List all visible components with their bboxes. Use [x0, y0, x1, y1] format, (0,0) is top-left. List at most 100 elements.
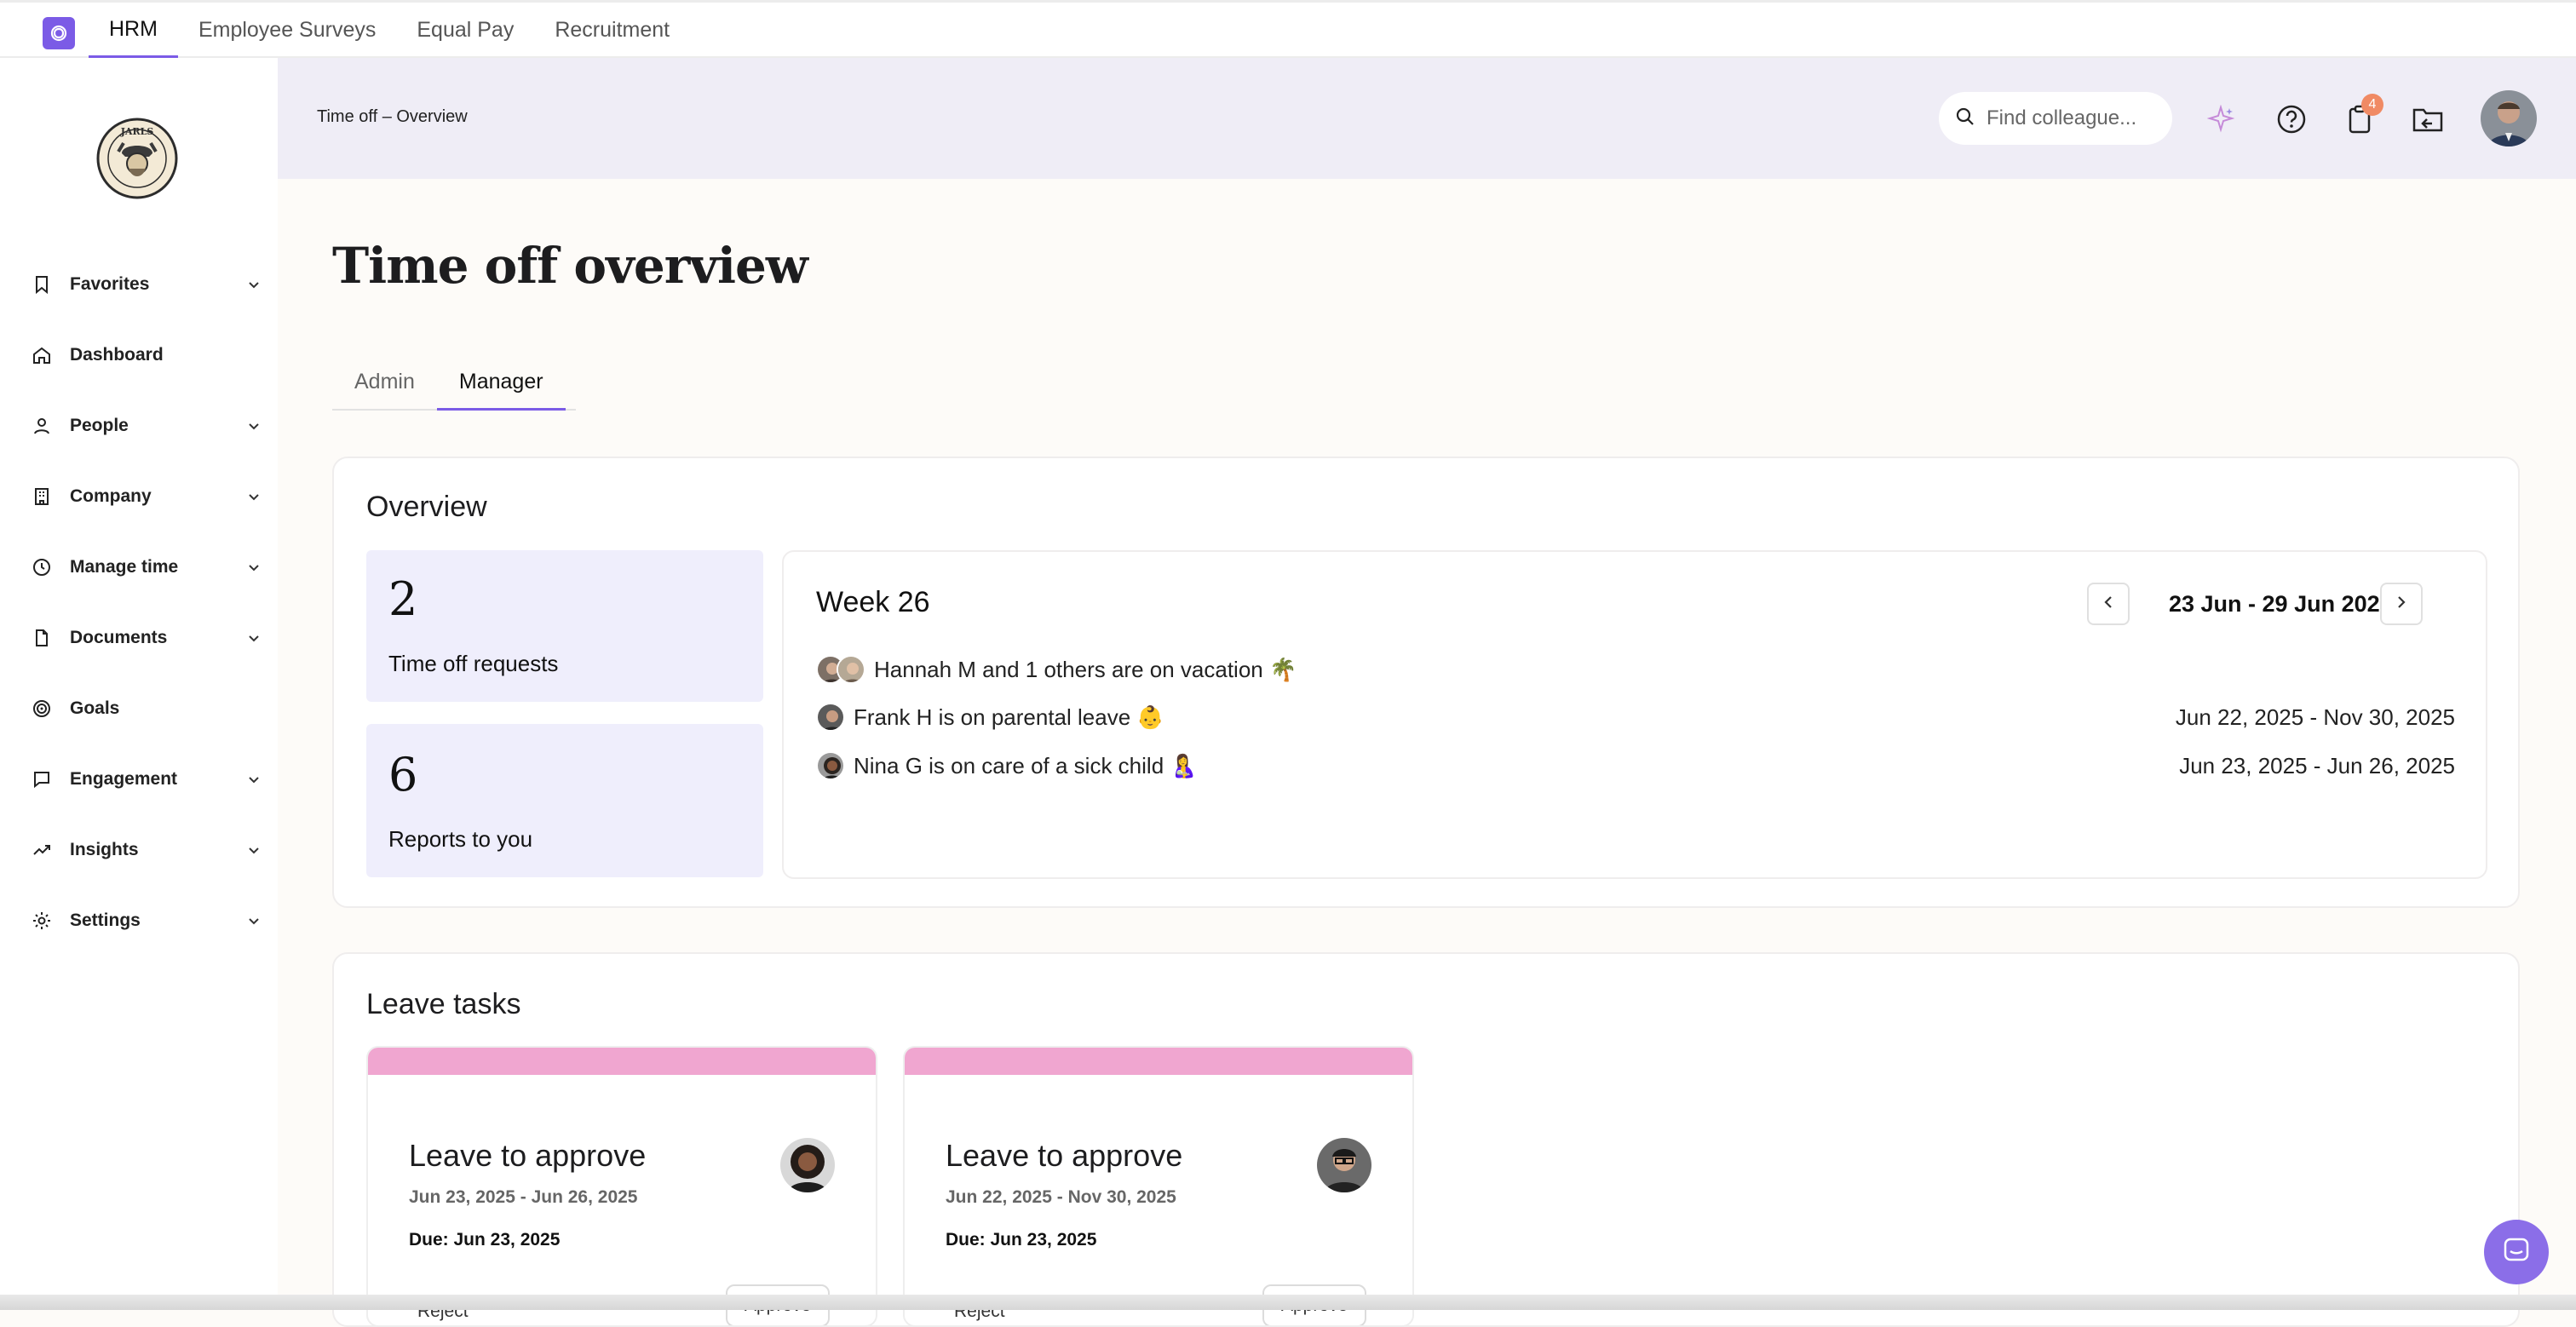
topnav-employee-surveys[interactable]: Employee Surveys [178, 3, 396, 58]
page-title: Time off overview [332, 237, 808, 295]
sidebar-item-company[interactable]: Company [29, 476, 264, 517]
notification-badge: 4 [2361, 94, 2383, 116]
clipboard-tasks-icon[interactable]: 4 [2343, 94, 2383, 136]
avatar [816, 751, 845, 780]
week-title: Week 26 [816, 586, 930, 618]
search-icon [1956, 107, 1975, 130]
tab-admin[interactable]: Admin [332, 358, 437, 411]
folder-return-icon[interactable] [2411, 102, 2445, 136]
sidebar-item-label: Favorites [70, 274, 150, 294]
chevron-down-icon[interactable] [244, 274, 264, 295]
week-card: Week 26 23 Jun - 29 Jun 2025 Hannah M an… [782, 550, 2487, 879]
chevron-right-icon [2394, 595, 2409, 614]
absence-text: Nina G is on care of a sick child 🤱 [854, 752, 1198, 778]
avatar [780, 1138, 835, 1192]
chevron-down-icon[interactable] [244, 911, 264, 931]
task-dates: Jun 22, 2025 - Nov 30, 2025 [946, 1187, 1176, 1207]
leave-task-card[interactable]: Leave to approve Jun 23, 2025 - Jun 26, … [366, 1046, 877, 1327]
next-week-button[interactable] [2380, 583, 2423, 625]
top-nav: HRM Employee Surveys Equal Pay Recruitme… [89, 3, 690, 58]
absence-text: Frank H is on parental leave 👶 [854, 704, 1164, 730]
top-app-bar: HRM Employee Surveys Equal Pay Recruitme… [0, 0, 2576, 58]
chevron-down-icon[interactable] [244, 628, 264, 648]
sidebar-item-dashboard[interactable]: Dashboard [29, 335, 264, 376]
home-icon [29, 342, 55, 368]
week-range: 23 Jun - 29 Jun 2025 [2169, 591, 2393, 617]
leave-task-card[interactable]: Leave to approve Jun 22, 2025 - Nov 30, … [903, 1046, 1414, 1327]
sidebar-item-insights[interactable]: Insights [29, 830, 264, 870]
avatar [816, 703, 845, 732]
task-title: Leave to approve [946, 1138, 1183, 1173]
sidebar-item-label: Documents [70, 628, 168, 647]
sparkle-ai-icon[interactable] [2205, 102, 2239, 136]
sidebar-item-manage-time[interactable]: Manage time [29, 547, 264, 588]
sidebar-item-documents[interactable]: Documents [29, 618, 264, 658]
sidebar-item-label: Settings [70, 911, 141, 930]
avatar [1317, 1138, 1371, 1192]
chat-bubble-icon [29, 767, 55, 792]
window-bottom-edge [0, 1295, 2576, 1310]
help-icon[interactable] [2274, 102, 2309, 136]
sidebar-item-favorites[interactable]: Favorites [29, 264, 264, 305]
task-title: Leave to approve [409, 1138, 647, 1173]
search-input[interactable] [1987, 106, 2157, 130]
sidebar-item-label: People [70, 416, 129, 435]
previous-week-button[interactable] [2087, 583, 2130, 625]
document-icon [29, 625, 55, 651]
avatar [837, 655, 865, 684]
sidebar-item-engagement[interactable]: Engagement [29, 759, 264, 800]
view-tabs: Admin Manager [332, 358, 576, 411]
overview-title: Overview [366, 491, 487, 523]
absence-range: Jun 22, 2025 - Nov 30, 2025 [2175, 704, 2455, 730]
avatar-group [816, 655, 865, 684]
search-box[interactable] [1939, 92, 2172, 145]
sidebar-item-label: Insights [70, 840, 139, 859]
app-logo-icon[interactable] [43, 17, 75, 49]
task-strip [905, 1048, 1412, 1075]
bookmark-icon [29, 272, 55, 297]
support-chat-button[interactable] [2484, 1220, 2549, 1284]
absence-row[interactable]: Hannah M and 1 others are on vacation 🌴 [816, 651, 2455, 688]
task-due-date: Due: Jun 23, 2025 [409, 1230, 561, 1249]
topnav-equal-pay[interactable]: Equal Pay [396, 3, 534, 58]
user-avatar[interactable] [2481, 90, 2537, 146]
stat-time-off-requests[interactable]: 2 Time off requests [366, 550, 763, 702]
leave-tasks-title: Leave tasks [366, 988, 521, 1020]
chevron-left-icon [2101, 595, 2116, 614]
absence-row[interactable]: Nina G is on care of a sick child 🤱 Jun … [816, 747, 2455, 784]
leave-tasks-card: Leave tasks Leave to approve Jun 23, 202… [332, 952, 2520, 1327]
chevron-down-icon[interactable] [244, 840, 264, 860]
sidebar-item-people[interactable]: People [29, 405, 264, 446]
breadcrumb[interactable]: Time off – Overview [317, 107, 468, 127]
absence-row[interactable]: Frank H is on parental leave 👶 Jun 22, 2… [816, 698, 2455, 736]
sidebar-item-label: Manage time [70, 557, 179, 577]
topnav-recruitment[interactable]: Recruitment [534, 3, 690, 58]
target-icon [29, 696, 55, 721]
svg-text:JARLS: JARLS [120, 126, 154, 137]
chat-icon [2501, 1235, 2532, 1270]
chevron-down-icon[interactable] [244, 557, 264, 577]
tab-manager[interactable]: Manager [436, 358, 566, 411]
sidebar-item-label: Company [70, 486, 152, 506]
stat-label: Time off requests [388, 651, 559, 676]
absence-range: Jun 23, 2025 - Jun 26, 2025 [2179, 752, 2455, 778]
company-logo[interactable]: JARLS [96, 118, 178, 199]
trend-icon [29, 837, 55, 863]
topnav-hrm[interactable]: HRM [89, 3, 178, 58]
sidebar: JARLS Favorites Dashboard People Company… [0, 58, 278, 1310]
task-strip [368, 1048, 876, 1075]
page-header: Time off – Overview 4 [278, 58, 2576, 179]
task-dates: Jun 23, 2025 - Jun 26, 2025 [409, 1187, 638, 1207]
chevron-down-icon[interactable] [244, 769, 264, 790]
sidebar-item-goals[interactable]: Goals [29, 688, 264, 729]
chevron-down-icon[interactable] [244, 486, 264, 507]
stat-reports-to-you[interactable]: 6 Reports to you [366, 724, 763, 877]
sidebar-item-settings[interactable]: Settings [29, 900, 264, 941]
sidebar-item-label: Goals [70, 698, 120, 718]
task-due-date: Due: Jun 23, 2025 [946, 1230, 1097, 1249]
chevron-down-icon[interactable] [244, 416, 264, 436]
sidebar-item-label: Dashboard [70, 345, 164, 365]
overview-card: Overview 2 Time off requests 6 Reports t… [332, 457, 2520, 908]
stat-value: 2 [388, 572, 418, 626]
sidebar-item-label: Engagement [70, 769, 178, 789]
